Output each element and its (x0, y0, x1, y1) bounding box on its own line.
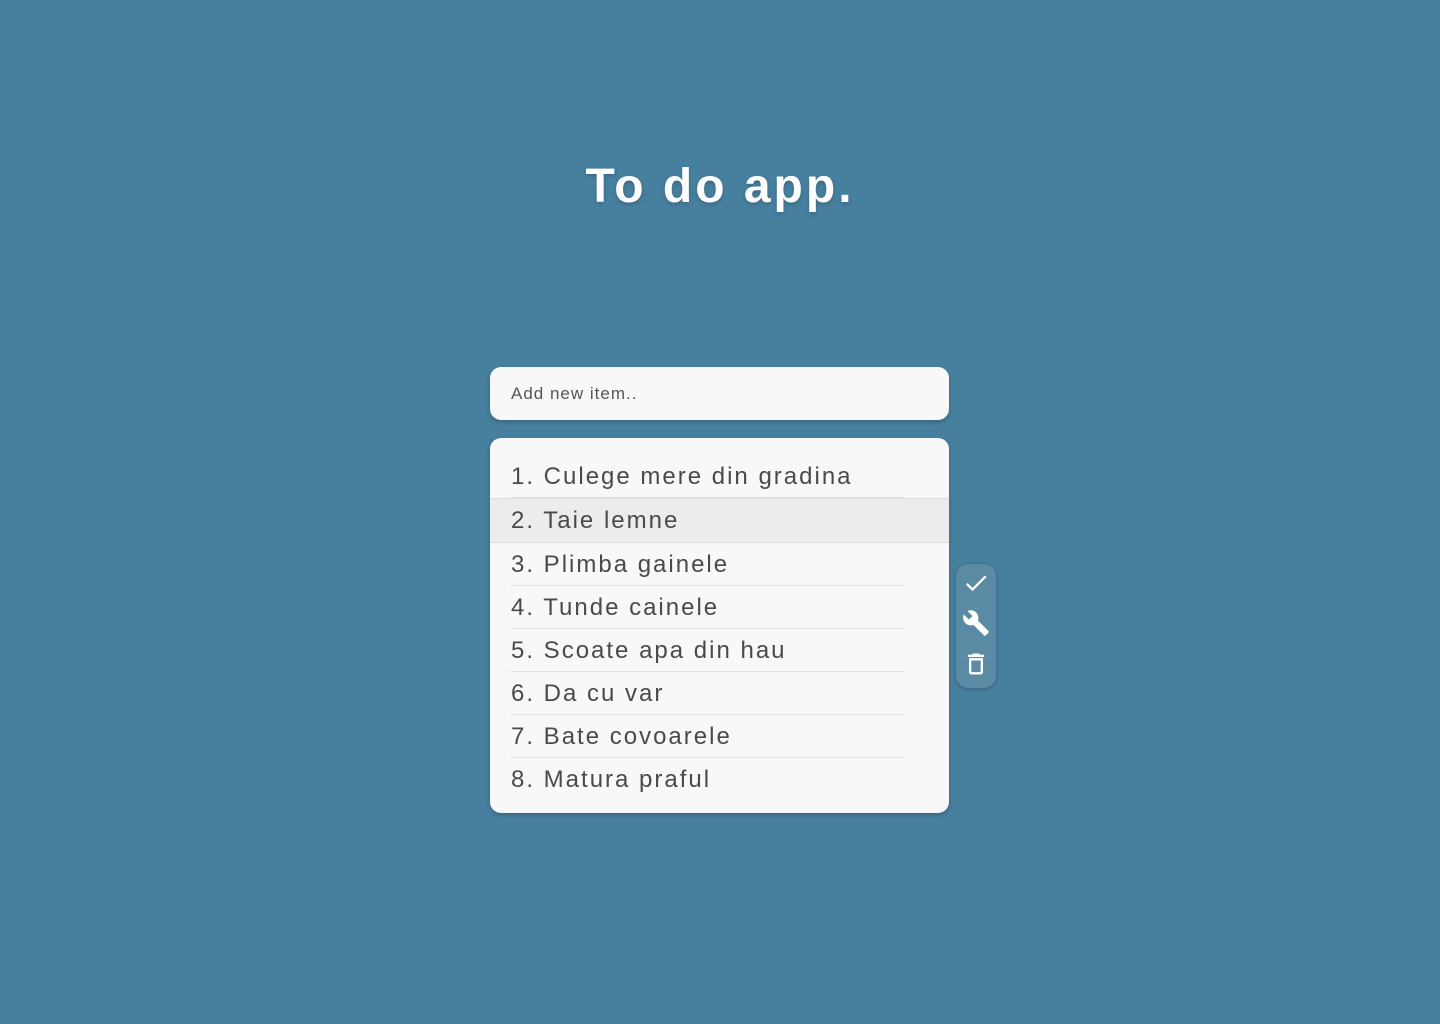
todo-item[interactable]: 6. Da cu var (490, 672, 949, 715)
trash-icon (967, 653, 985, 675)
todo-item[interactable]: 3. Plimba gainele (490, 543, 949, 586)
todo-list: 1. Culege mere din gradina 2. Taie lemne… (490, 455, 949, 801)
todo-item[interactable]: 5. Scoate apa din hau (490, 629, 949, 672)
check-icon (965, 575, 987, 592)
todo-list-panel: 1. Culege mere din gradina 2. Taie lemne… (490, 438, 949, 813)
page-title: To do app. (585, 160, 855, 213)
todo-item[interactable]: 1. Culege mere din gradina (490, 455, 949, 498)
wrench-icon (963, 610, 989, 636)
new-item-input[interactable] (490, 367, 949, 420)
todo-item[interactable]: 4. Tunde cainele (490, 586, 949, 629)
item-actions-toolbar (956, 564, 996, 688)
edit-button[interactable] (960, 607, 992, 639)
todo-item-selected[interactable]: 2. Taie lemne (490, 498, 949, 543)
new-item-field-container (490, 367, 949, 420)
todo-item[interactable]: 8. Matura praful (490, 758, 949, 801)
complete-button[interactable] (960, 567, 992, 599)
delete-button[interactable] (960, 648, 992, 680)
todo-item[interactable]: 7. Bate covoarele (490, 715, 949, 758)
